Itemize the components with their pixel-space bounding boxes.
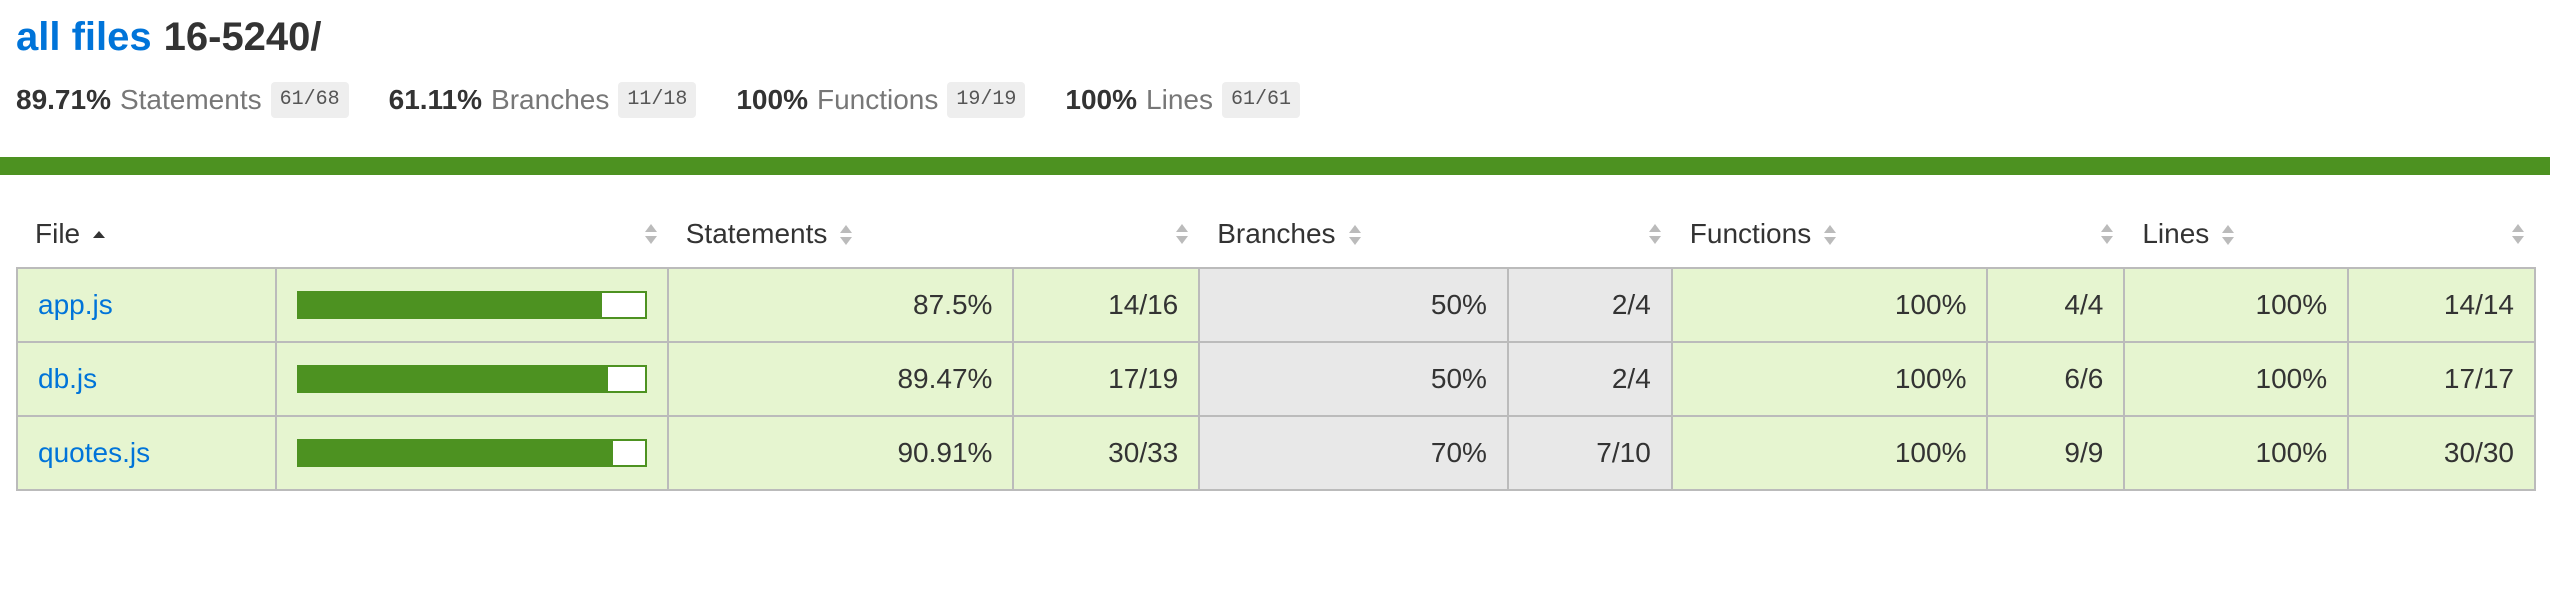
summary-fraction-badge: 61/61 [1221, 82, 1300, 118]
table-row: app.js 87.5% 14/16 50% 2/4 100% 4/4 100%… [16, 267, 2536, 343]
functions-frac: 4/4 [1986, 267, 2126, 343]
statements-frac: 14/16 [1012, 267, 1201, 343]
coverage-bar-fill [298, 441, 614, 465]
statements-frac: 17/19 [1012, 341, 1201, 417]
header-label: Lines [2142, 217, 2210, 249]
lines-pct: 100% [2123, 341, 2350, 417]
coverage-bar-cell [274, 415, 669, 491]
file-cell: db.js [16, 341, 277, 417]
summary-label: Lines [1146, 84, 1213, 115]
header-file[interactable]: File [17, 200, 276, 268]
functions-frac: 9/9 [1986, 415, 2126, 491]
header-branches[interactable]: Branches [1199, 200, 1508, 268]
summary-pct: 100% [736, 84, 808, 115]
sort-arrows-icon [840, 225, 853, 246]
summary-lines: 100% Lines 61/61 [1065, 82, 1300, 118]
header-lines-frac[interactable] [2348, 200, 2535, 268]
header-functions[interactable]: Functions [1672, 200, 1988, 268]
sort-arrows-icon [1824, 225, 1837, 246]
summary-fraction-badge: 61/68 [270, 82, 349, 118]
header-statements-frac[interactable] [1013, 200, 1199, 268]
branches-frac: 2/4 [1506, 267, 1673, 343]
coverage-bar-cell [274, 267, 669, 343]
functions-frac: 6/6 [1986, 341, 2126, 417]
header-label: Branches [1217, 217, 1336, 249]
header-branches-frac[interactable] [1508, 200, 1672, 268]
summary-pct: 100% [1065, 84, 1138, 115]
file-link[interactable]: quotes.js [38, 437, 150, 468]
breadcrumb-all-files-link[interactable]: all files [16, 15, 152, 59]
summary-pct: 61.11% [388, 84, 483, 115]
sort-arrows-icon [1348, 225, 1361, 246]
sort-arrows-icon [1176, 223, 1189, 244]
summary-label: Statements [119, 84, 262, 115]
header-label: Functions [1689, 217, 1812, 249]
coverage-bar-fill [298, 367, 609, 391]
sort-arrows-icon [2222, 225, 2235, 246]
coverage-bar [296, 291, 647, 319]
statements-frac: 30/33 [1012, 415, 1201, 491]
file-link[interactable]: db.js [38, 363, 97, 394]
summary-label: Functions [816, 84, 939, 115]
file-link[interactable]: app.js [38, 289, 113, 320]
sort-arrows-icon [644, 223, 657, 244]
coverage-summary: 89.71% Statements 61/68 61.11% Branches … [16, 82, 1340, 118]
current-directory: 16-5240/ [163, 15, 322, 59]
header-label: File [35, 217, 81, 249]
sort-arrows-icon [1648, 223, 1661, 244]
header-functions-frac[interactable] [1987, 200, 2124, 268]
sort-arrows-icon [2512, 223, 2524, 244]
table-row: db.js 89.47% 17/19 50% 2/4 100% 6/6 100%… [16, 341, 2536, 417]
summary-fraction-badge: 11/18 [618, 82, 697, 118]
branches-pct: 50% [1198, 267, 1509, 343]
sort-arrows-icon [2101, 223, 2114, 244]
page-header: all files 16-5240/ [16, 12, 322, 62]
coverage-bar-cell [274, 341, 669, 417]
summary-functions: 100% Functions 19/19 [736, 82, 1026, 118]
functions-pct: 100% [1670, 415, 1989, 491]
summary-fraction-badge: 19/19 [947, 82, 1026, 118]
summary-pct: 89.71% [16, 84, 111, 115]
table-header-row: File Statements Branches Functions Lines [17, 200, 2535, 268]
summary-statements: 89.71% Statements 61/68 [16, 82, 349, 118]
lines-frac: 17/17 [2347, 341, 2536, 417]
page-title: all files 16-5240/ [16, 12, 322, 62]
sort-ascending-icon [93, 231, 106, 239]
lines-frac: 14/14 [2347, 267, 2536, 343]
statements-pct: 89.47% [666, 341, 1015, 417]
file-cell: app.js [16, 267, 277, 343]
branches-frac: 7/10 [1506, 415, 1673, 491]
coverage-bar [296, 365, 647, 393]
summary-label: Branches [491, 84, 610, 115]
lines-frac: 30/30 [2347, 415, 2536, 491]
coverage-table: File Statements Branches Functions Lines… [16, 200, 2536, 491]
file-cell: quotes.js [16, 415, 277, 491]
lines-pct: 100% [2123, 267, 2350, 343]
branches-pct: 50% [1198, 341, 1509, 417]
header-lines[interactable]: Lines [2124, 200, 2348, 268]
header-statements[interactable]: Statements [668, 200, 1014, 268]
statements-pct: 87.5% [666, 267, 1015, 343]
header-label: Statements [685, 217, 828, 249]
functions-pct: 100% [1670, 267, 1989, 343]
header-file-bar[interactable] [276, 200, 668, 268]
table-row: quotes.js 90.91% 30/33 70% 7/10 100% 9/9… [16, 415, 2536, 491]
statements-pct: 90.91% [666, 415, 1015, 491]
branches-frac: 2/4 [1506, 341, 1673, 417]
coverage-bar-fill [298, 293, 602, 317]
coverage-status-bar [0, 157, 2550, 175]
coverage-bar [296, 439, 647, 467]
functions-pct: 100% [1670, 341, 1989, 417]
lines-pct: 100% [2123, 415, 2350, 491]
summary-branches: 61.11% Branches 11/18 [389, 82, 697, 118]
branches-pct: 70% [1198, 415, 1509, 491]
